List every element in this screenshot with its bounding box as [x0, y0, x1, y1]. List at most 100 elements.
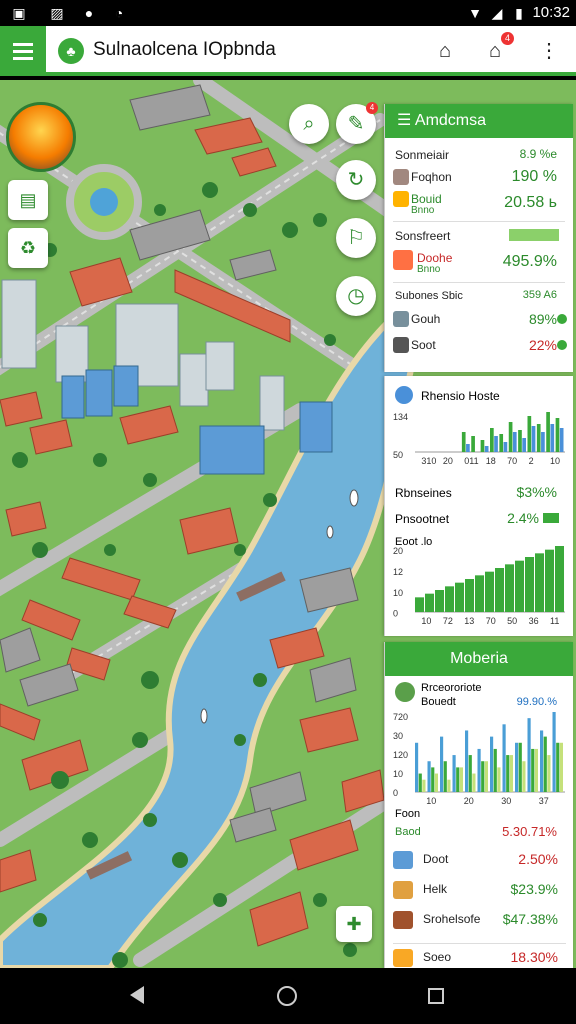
- bar: [480, 440, 485, 452]
- time-button[interactable]: ◷: [336, 276, 376, 316]
- bar: [425, 593, 434, 612]
- timer-icon: ◔: [114, 5, 124, 21]
- bar: [515, 742, 519, 792]
- plot-button[interactable]: ⚐: [336, 218, 376, 258]
- bar: [493, 748, 497, 792]
- stat-row[interactable]: Doohe Bnno 495.9%: [385, 247, 573, 279]
- bar: [468, 755, 472, 792]
- stat-sublabel: Bnno: [417, 264, 441, 275]
- y-tick-label: 720: [393, 712, 408, 722]
- chest-icon: [393, 881, 413, 899]
- x-tick-label: 36: [529, 616, 539, 626]
- app-title: Sulnaolcena IOpbnda: [93, 39, 276, 60]
- search-button[interactable]: ⌕: [289, 104, 329, 144]
- bar: [550, 424, 555, 452]
- metric-row[interactable]: Srohelsofe $47.38%: [385, 908, 574, 930]
- metric-label: Helk: [423, 882, 448, 896]
- bar: [531, 748, 535, 792]
- home-icon[interactable]: ⌂: [432, 38, 458, 64]
- gold-icon: [393, 949, 413, 967]
- navigation-bar: [0, 968, 576, 1024]
- metrics-sub-value: 99.90.%: [516, 696, 557, 708]
- x-tick-label: 2: [529, 456, 534, 466]
- bar: [422, 779, 426, 792]
- bar: [536, 424, 541, 452]
- bar: [503, 442, 508, 452]
- stat-value: 495.9%: [502, 253, 557, 270]
- bar: [518, 430, 522, 452]
- bar: [485, 571, 494, 612]
- home-nav-icon[interactable]: [277, 986, 297, 1006]
- bar: [475, 575, 484, 612]
- food-icon: [393, 169, 409, 185]
- metric-value: 18.30%: [510, 949, 558, 965]
- stat-row[interactable]: Gouh 89%: [385, 308, 573, 330]
- bar: [535, 553, 544, 612]
- bar: [509, 755, 513, 792]
- bar: [415, 597, 424, 612]
- bar: [555, 546, 564, 612]
- bar: [525, 557, 534, 612]
- tool-button[interactable]: ✎ 4: [336, 102, 378, 144]
- metrics-panel: Moberia Rrceororiote Bouedt 99.90.% 720 3…: [384, 642, 573, 968]
- globe-icon: [395, 682, 415, 702]
- y-tick-label: 12: [393, 567, 403, 577]
- player-avatar[interactable]: [6, 102, 76, 172]
- stats-panel-header: ☰ Amdcmsa: [385, 104, 573, 138]
- bar: [445, 586, 454, 612]
- bar: [515, 560, 524, 612]
- bar: [447, 779, 451, 792]
- x-tick-label: 011: [464, 456, 478, 466]
- metric-value: $47.38%: [502, 911, 558, 927]
- x-tick-label: 70: [486, 616, 496, 626]
- signal-icon: ◢: [491, 5, 503, 21]
- bar: [459, 767, 463, 792]
- app-bar: ♣ Sulnaolcena IOpbnda ⌂ ⌂ 4 ⋮: [0, 26, 576, 76]
- bar: [456, 767, 460, 792]
- build-menu-button[interactable]: ▤: [8, 180, 48, 220]
- y-tick-label: 134: [393, 412, 408, 422]
- more-options-icon[interactable]: ⋮: [536, 38, 562, 64]
- wifi-icon: ▼: [468, 5, 482, 21]
- y-tick-label: 10: [393, 588, 403, 598]
- tool-badge: 4: [366, 102, 378, 114]
- route-button[interactable]: ↻: [336, 160, 376, 200]
- bar: [484, 446, 489, 452]
- metric-row[interactable]: Doot 2.50%: [385, 848, 574, 870]
- x-tick-label: 10: [550, 456, 560, 466]
- status-dot: [557, 340, 567, 350]
- stat-row[interactable]: Soot 22%: [385, 334, 573, 356]
- status-bar: ▣ ▨ ● ◔ ▼ ◢ ▮ 10:32: [0, 0, 576, 26]
- x-tick-label: 310: [421, 456, 436, 466]
- add-building-button[interactable]: ✚: [336, 906, 372, 942]
- divider: [393, 943, 566, 944]
- metric-label: Srohelsofe: [423, 912, 481, 926]
- bar: [490, 428, 494, 452]
- recents-icon[interactable]: [428, 988, 444, 1004]
- menu-button[interactable]: [0, 26, 46, 76]
- bar: [518, 742, 522, 792]
- history-title: Rhensio Hoste: [421, 389, 500, 403]
- stat-row[interactable]: Bouid Bnno 20.58 ь: [385, 188, 573, 218]
- stat-label: Sonmeiair: [395, 148, 450, 162]
- bag-icon: [393, 337, 409, 353]
- stat-label: Subones Sbic: [395, 290, 463, 302]
- progress-tag: [509, 229, 559, 241]
- recycle-button[interactable]: ♻: [8, 228, 48, 268]
- bar: [497, 767, 501, 792]
- x-tick-label: 50: [507, 616, 517, 626]
- stat-label: Gouh: [411, 312, 441, 326]
- metric-row[interactable]: Soeo 18.30%: [385, 946, 574, 968]
- bar: [522, 761, 526, 792]
- history-row2-label: Pnsootnet: [395, 512, 450, 526]
- stat-row[interactable]: Foqhon 190 %: [385, 166, 573, 188]
- bar: [506, 755, 510, 792]
- metric-row[interactable]: Helk $23.9%: [385, 878, 574, 900]
- bar: [502, 724, 506, 792]
- bar: [545, 549, 554, 612]
- history-row-value: $3%%: [516, 484, 557, 500]
- gallery-icon: ▣: [12, 5, 26, 21]
- back-icon[interactable]: [130, 986, 144, 1004]
- x-tick-label: 10: [421, 616, 431, 626]
- stat-sublabel: Bnno: [411, 205, 435, 216]
